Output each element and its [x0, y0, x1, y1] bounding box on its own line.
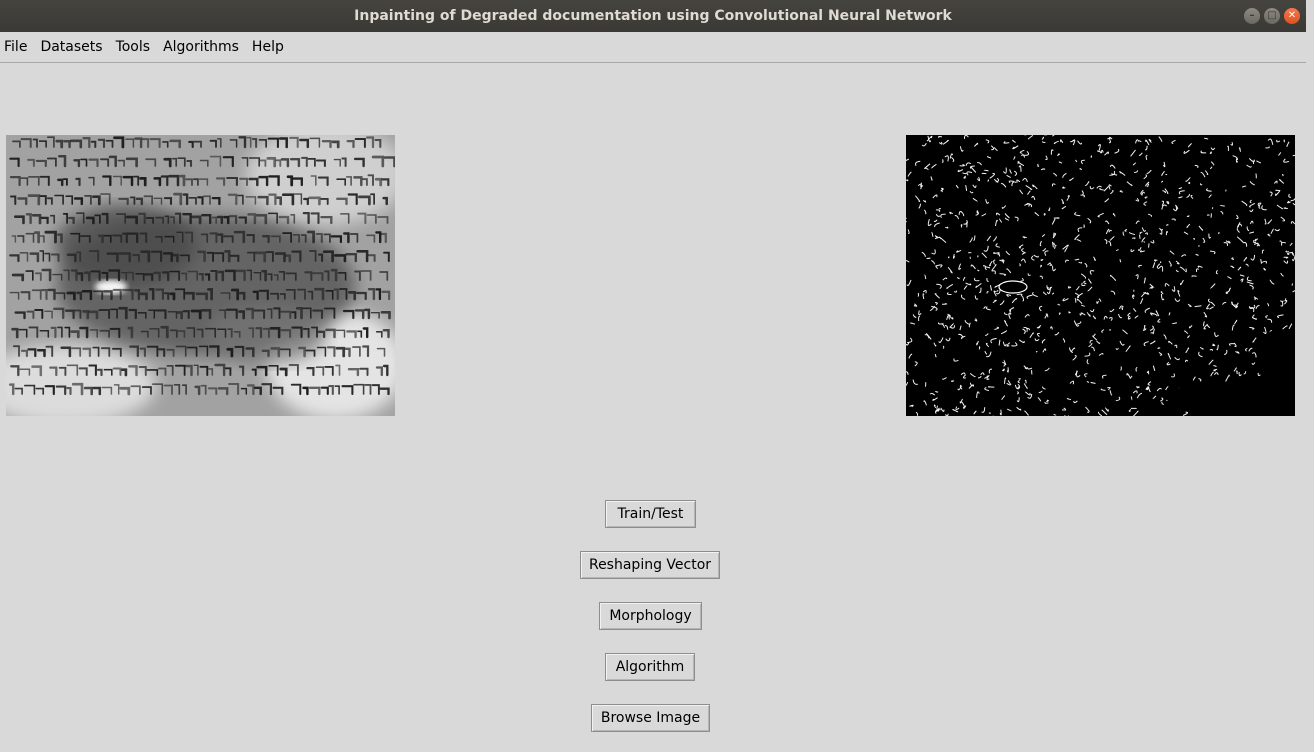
- algorithm-button[interactable]: Algorithm: [605, 653, 695, 681]
- browse-image-button[interactable]: Browse Image: [591, 704, 710, 732]
- menu-bar: File Datasets Tools Algorithms Help: [0, 32, 1306, 63]
- close-icon[interactable]: ✕: [1284, 8, 1300, 24]
- menu-datasets[interactable]: Datasets: [40, 39, 102, 55]
- degraded-manuscript-image: [6, 135, 395, 416]
- manuscript-image-graphic: [6, 135, 395, 416]
- title-bar: Inpainting of Degraded documentation usi…: [0, 0, 1306, 32]
- menu-tools[interactable]: Tools: [116, 39, 151, 55]
- edge-map-graphic: [906, 135, 1295, 416]
- morphology-button[interactable]: Morphology: [599, 602, 702, 630]
- train-test-button[interactable]: Train/Test: [605, 500, 696, 528]
- window-controls: – □ ✕: [1244, 8, 1300, 24]
- edge-map-image: [906, 135, 1295, 416]
- menu-algorithms[interactable]: Algorithms: [163, 39, 239, 55]
- maximize-icon[interactable]: □: [1264, 8, 1280, 24]
- minimize-icon[interactable]: –: [1244, 8, 1260, 24]
- app-window: Inpainting of Degraded documentation usi…: [0, 0, 1306, 752]
- menu-file[interactable]: File: [4, 39, 27, 55]
- menu-help[interactable]: Help: [252, 39, 284, 55]
- reshaping-vector-button[interactable]: Reshaping Vector: [580, 551, 720, 579]
- window-title: Inpainting of Degraded documentation usi…: [354, 8, 952, 24]
